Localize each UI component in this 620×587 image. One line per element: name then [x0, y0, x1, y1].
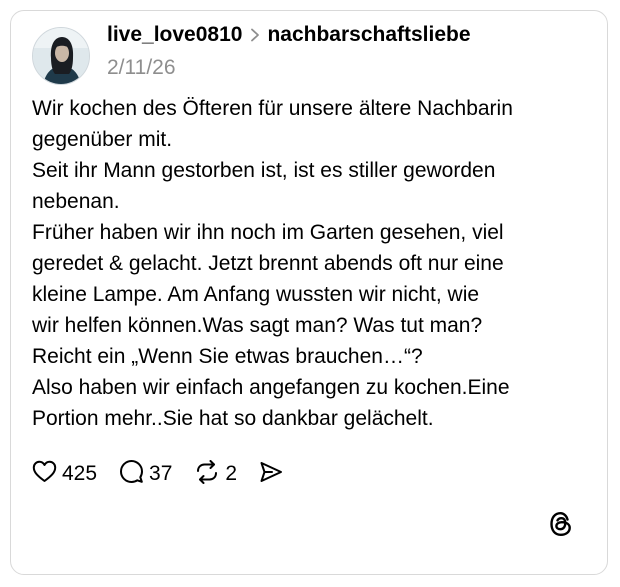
post-text-line: gegenüber mit.: [32, 128, 173, 151]
post-text-line: Portion mehr..Sie hat so dankbar geläche…: [32, 407, 434, 430]
action-bar: 425 37 2: [32, 459, 305, 489]
avatar[interactable]: [32, 27, 90, 85]
post-body: Wir kochen des Öfteren für unsere ältere…: [32, 93, 592, 434]
post-text-line: Früher haben wir ihn noch im Garten gese…: [32, 221, 504, 244]
share-button[interactable]: [259, 461, 283, 488]
repost-arrows-icon: [194, 459, 220, 489]
like-button[interactable]: 425: [32, 460, 97, 488]
post-text-line: nebenan.: [32, 190, 120, 213]
post-text-line: Wir kochen des Öfteren für unsere ältere…: [32, 97, 513, 120]
send-icon: [259, 461, 283, 488]
reply-count: 37: [149, 462, 173, 485]
heart-icon: [32, 460, 57, 488]
repost-count: 2: [225, 462, 238, 485]
post-text-line: wir helfen können.Was sagt man? Was tut …: [32, 314, 483, 337]
like-count: 425: [62, 462, 98, 485]
post-text-line: Reicht ein „Wenn Sie etwas brauchen…“?: [32, 345, 423, 368]
comment-bubble-icon: [119, 459, 144, 489]
repost-button[interactable]: 2: [194, 459, 238, 489]
post-text-line: geredet & gelacht. Jetzt brennt abends o…: [32, 252, 504, 275]
post-text-line: Also haben wir einfach angefangen zu koc…: [32, 376, 510, 399]
username-link[interactable]: live_love0810: [107, 23, 242, 47]
reply-button[interactable]: 37: [119, 459, 172, 489]
chevron-right-icon: [250, 28, 260, 42]
post-header: live_love0810 nachbarschaftsliebe: [107, 21, 471, 49]
post-text-line: kleine Lampe. Am Anfang wussten wir nich…: [32, 283, 480, 306]
community-link[interactable]: nachbarschaftsliebe: [267, 23, 470, 47]
post-text-line: Seit ihr Mann gestorben ist, ist es stil…: [32, 159, 496, 182]
post-date: 2/11/26: [107, 56, 176, 79]
threads-logo-icon[interactable]: [548, 511, 574, 537]
